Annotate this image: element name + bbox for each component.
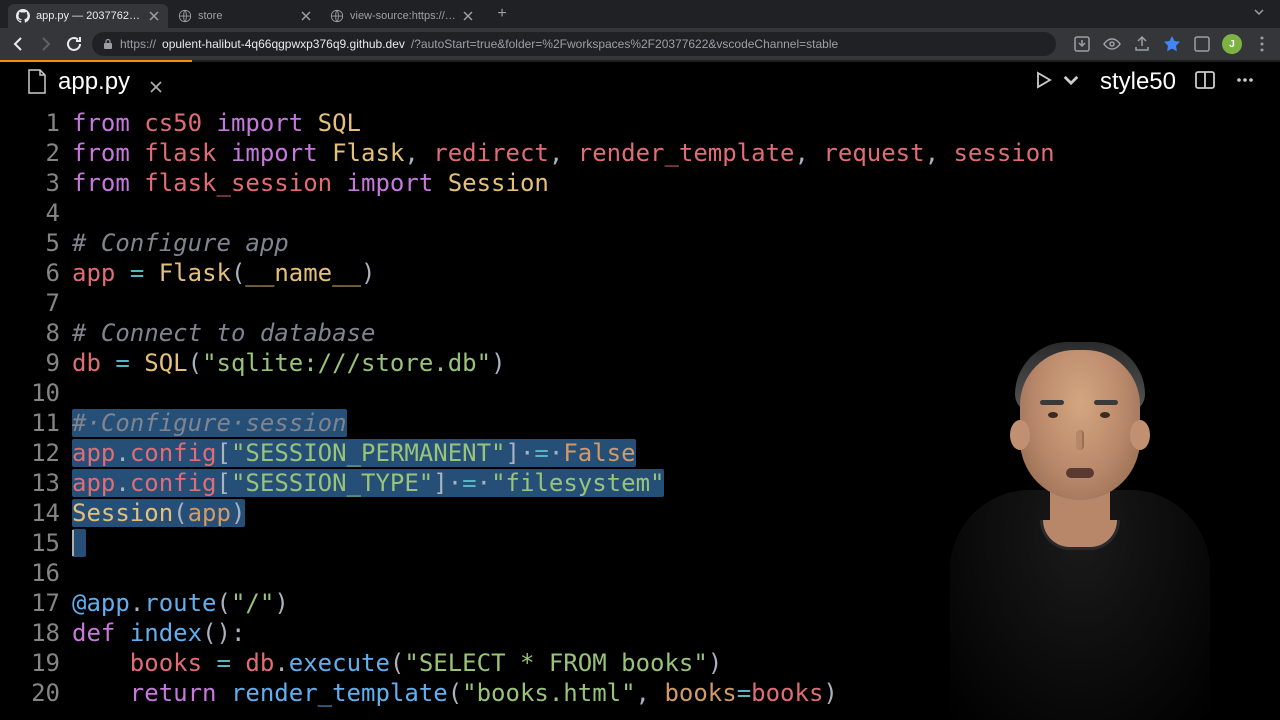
back-button[interactable] bbox=[8, 34, 28, 54]
code-line[interactable]: 1from cs50 import SQL bbox=[0, 108, 1280, 138]
url-host: opulent-halibut-4q66qgpwxp376q9.github.d… bbox=[162, 37, 405, 51]
code-line[interactable]: 3from flask_session import Session bbox=[0, 168, 1280, 198]
line-number: 17 bbox=[0, 588, 72, 618]
code-line[interactable]: 12app.config["SESSION_PERMANENT"]·=·Fals… bbox=[0, 438, 1280, 468]
split-editor-button[interactable] bbox=[1194, 69, 1216, 96]
line-number: 4 bbox=[0, 198, 72, 228]
code-content[interactable]: app = Flask(__name__) bbox=[72, 258, 375, 288]
line-number: 2 bbox=[0, 138, 72, 168]
browser-toolbar: https:// opulent-halibut-4q66qgpwxp376q9.… bbox=[0, 28, 1280, 60]
line-number: 3 bbox=[0, 168, 72, 198]
code-editor[interactable]: 1from cs50 import SQL2from flask import … bbox=[0, 102, 1280, 708]
close-icon[interactable] bbox=[148, 74, 164, 90]
line-number: 10 bbox=[0, 378, 72, 408]
globe-icon bbox=[178, 9, 192, 23]
code-content[interactable]: app.config["SESSION_TYPE"]·=·"filesystem… bbox=[72, 468, 664, 498]
url-scheme: https:// bbox=[120, 37, 156, 51]
browser-tab-strip: app.py — 20377622 [Codesp… store view-so… bbox=[0, 0, 1280, 28]
share-icon[interactable] bbox=[1132, 34, 1152, 54]
code-line[interactable]: 8# Connect to database bbox=[0, 318, 1280, 348]
code-content[interactable]: # Configure app bbox=[72, 228, 289, 258]
url-bar[interactable]: https:// opulent-halibut-4q66qgpwxp376q9.… bbox=[92, 32, 1056, 56]
line-number: 18 bbox=[0, 618, 72, 648]
line-number: 5 bbox=[0, 228, 72, 258]
tab-title: view-source:https://opulent-h… bbox=[350, 10, 456, 22]
close-icon[interactable] bbox=[462, 10, 474, 22]
more-actions-button[interactable] bbox=[1234, 69, 1256, 96]
editor-tab-bar: app.py style50 bbox=[0, 62, 1280, 102]
code-line[interactable]: 19 books = db.execute("SELECT * FROM boo… bbox=[0, 648, 1280, 678]
line-number: 7 bbox=[0, 288, 72, 318]
new-tab-button[interactable]: + bbox=[490, 2, 514, 26]
style50-button[interactable]: style50 bbox=[1100, 68, 1176, 96]
browser-tab[interactable]: view-source:https://opulent-h… bbox=[322, 4, 482, 28]
browser-tab[interactable]: store bbox=[170, 4, 320, 28]
code-line[interactable]: 18def index(): bbox=[0, 618, 1280, 648]
code-content[interactable]: def index(): bbox=[72, 618, 245, 648]
eye-icon[interactable] bbox=[1102, 34, 1122, 54]
code-line[interactable]: 14Session(app) bbox=[0, 498, 1280, 528]
file-icon bbox=[26, 69, 48, 95]
code-content[interactable]: # Connect to database bbox=[72, 318, 375, 348]
code-content[interactable] bbox=[72, 528, 86, 558]
profile-avatar[interactable]: J bbox=[1222, 34, 1242, 54]
menu-icon[interactable] bbox=[1252, 34, 1272, 54]
line-number: 13 bbox=[0, 468, 72, 498]
code-content[interactable]: from flask_session import Session bbox=[72, 168, 549, 198]
code-content[interactable]: Session(app) bbox=[72, 498, 245, 528]
github-icon bbox=[16, 9, 30, 23]
lock-icon bbox=[102, 38, 114, 50]
run-dropdown[interactable] bbox=[1060, 69, 1082, 96]
code-line[interactable]: 13app.config["SESSION_TYPE"]·=·"filesyst… bbox=[0, 468, 1280, 498]
code-line[interactable]: 10 bbox=[0, 378, 1280, 408]
code-line[interactable]: 17@app.route("/") bbox=[0, 588, 1280, 618]
code-content[interactable]: from cs50 import SQL bbox=[72, 108, 361, 138]
code-line[interactable]: 4 bbox=[0, 198, 1280, 228]
forward-button[interactable] bbox=[36, 34, 56, 54]
line-number: 19 bbox=[0, 648, 72, 678]
line-number: 6 bbox=[0, 258, 72, 288]
code-line[interactable]: 9db = SQL("sqlite:///store.db") bbox=[0, 348, 1280, 378]
code-content[interactable]: from flask import Flask, redirect, rende… bbox=[72, 138, 1055, 168]
line-number: 1 bbox=[0, 108, 72, 138]
code-content[interactable]: return render_template("books.html", boo… bbox=[72, 678, 838, 708]
code-line[interactable]: 5# Configure app bbox=[0, 228, 1280, 258]
editor-tab-active[interactable]: app.py bbox=[10, 62, 180, 102]
line-number: 8 bbox=[0, 318, 72, 348]
code-line[interactable]: 16 bbox=[0, 558, 1280, 588]
code-content[interactable]: app.config["SESSION_PERMANENT"]·=·False bbox=[72, 438, 636, 468]
browser-tab-active[interactable]: app.py — 20377622 [Codesp… bbox=[8, 4, 168, 28]
line-number: 20 bbox=[0, 678, 72, 708]
code-line[interactable]: 6app = Flask(__name__) bbox=[0, 258, 1280, 288]
editor-filename: app.py bbox=[58, 68, 130, 96]
code-content[interactable]: books = db.execute("SELECT * FROM books"… bbox=[72, 648, 722, 678]
close-icon[interactable] bbox=[300, 10, 312, 22]
extensions-icon[interactable] bbox=[1192, 34, 1212, 54]
bookmark-icon[interactable] bbox=[1162, 34, 1182, 54]
code-content[interactable]: #·Configure·session bbox=[72, 408, 347, 438]
line-number: 12 bbox=[0, 438, 72, 468]
line-number: 16 bbox=[0, 558, 72, 588]
code-line[interactable]: 11#·Configure·session bbox=[0, 408, 1280, 438]
tab-title: app.py — 20377622 [Codesp… bbox=[36, 10, 142, 22]
code-line[interactable]: 2from flask import Flask, redirect, rend… bbox=[0, 138, 1280, 168]
code-content[interactable]: @app.route("/") bbox=[72, 588, 289, 618]
install-app-icon[interactable] bbox=[1072, 34, 1092, 54]
code-content[interactable]: db = SQL("sqlite:///store.db") bbox=[72, 348, 506, 378]
tab-title: store bbox=[198, 10, 294, 22]
run-button[interactable] bbox=[1032, 69, 1054, 96]
tab-overflow-button[interactable] bbox=[1246, 5, 1272, 24]
url-path: /?autoStart=true&folder=%2Fworkspaces%2F… bbox=[411, 37, 838, 51]
globe-icon bbox=[330, 9, 344, 23]
line-number: 14 bbox=[0, 498, 72, 528]
line-number: 9 bbox=[0, 348, 72, 378]
code-line[interactable]: 7 bbox=[0, 288, 1280, 318]
close-icon[interactable] bbox=[148, 10, 160, 22]
line-number: 11 bbox=[0, 408, 72, 438]
code-line[interactable]: 20 return render_template("books.html", … bbox=[0, 678, 1280, 708]
code-line[interactable]: 15 bbox=[0, 528, 1280, 558]
line-number: 15 bbox=[0, 528, 72, 558]
reload-button[interactable] bbox=[64, 34, 84, 54]
